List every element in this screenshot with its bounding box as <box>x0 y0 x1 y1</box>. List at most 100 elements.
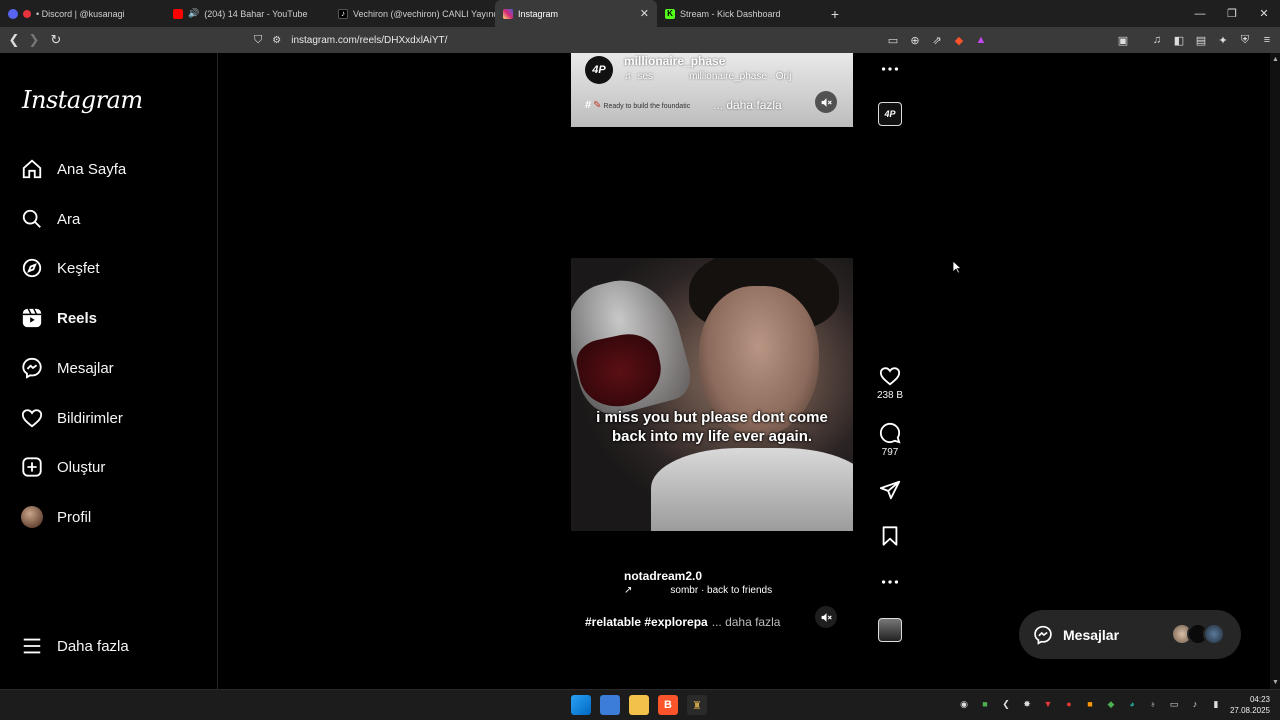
sidebar-item-more[interactable]: Daha fazla <box>21 631 129 661</box>
tray-app-icon[interactable]: ✸ <box>1021 698 1033 710</box>
tab-title: • Discord | @kusanagi <box>36 8 125 19</box>
reel-info: notadream2.0 ↗ sombr · back to friends #… <box>571 531 853 641</box>
sidebar-item-messages[interactable]: Mesajlar <box>21 353 114 383</box>
share-button[interactable] <box>878 479 902 501</box>
bookmark-icon[interactable]: ⛉ <box>254 34 262 47</box>
system-tray: ◉ ■ ❮ ✸ ▼ ● ■ ◆ ◕ ♁ ▭ ♪ ▮ <box>958 698 1222 710</box>
comment-button[interactable]: 797 <box>878 422 902 458</box>
site-settings-icon[interactable]: ⚙ <box>272 35 281 46</box>
instagram-icon <box>503 8 513 19</box>
tab-tiktok[interactable]: ♪ Vechiron (@vechiron) CANLI Yayında <box>330 0 495 27</box>
sidebar-toggle-icon[interactable]: ◧ <box>1172 33 1186 47</box>
brave-shield-icon[interactable]: ◆ <box>952 33 966 47</box>
sidebar-item-home[interactable]: Ana Sayfa <box>21 154 126 184</box>
zoom-icon[interactable]: ⊕ <box>908 33 922 47</box>
address-bar: ❮ ❯ ↻ ⛉ ⚙ instagram.com/reels/DHXxdxlAiY… <box>0 27 1280 53</box>
microphone-icon[interactable]: ♁ <box>1147 698 1159 710</box>
reels-icon <box>21 307 43 329</box>
more-options-button[interactable] <box>878 571 902 593</box>
file-explorer-icon[interactable] <box>629 695 649 715</box>
brave-rewards-icon[interactable]: ▲ <box>974 33 988 47</box>
menu-icon[interactable]: ≡ <box>1260 33 1274 47</box>
tray-app-icon[interactable]: ❮ <box>1000 698 1012 710</box>
game-launcher-icon[interactable]: ♜ <box>687 695 707 715</box>
tab-youtube[interactable]: 🔊 (204) 14 Bahar - YouTube <box>165 0 330 27</box>
sidebar-item-profile[interactable]: Profil <box>21 502 91 532</box>
reel-author-avatar[interactable]: 4P <box>585 56 613 84</box>
tray-app-icon[interactable]: ◆ <box>1105 698 1117 710</box>
muted-speaker-icon <box>821 97 832 107</box>
tab-discord[interactable]: • Discord | @kusanagi <box>0 0 165 27</box>
tray-app-icon[interactable]: ■ <box>1084 698 1096 710</box>
reel-audio[interactable]: ↗ sombr · back to friends <box>624 585 772 596</box>
widgets-icon[interactable] <box>600 695 620 715</box>
sidebar-item-search[interactable]: Ara <box>21 204 80 234</box>
reel-author-username[interactable]: notadream2.0 <box>624 569 702 583</box>
sidebar-item-notifications[interactable]: Bildirimler <box>21 403 123 433</box>
scroll-up-icon[interactable]: ▲ <box>1272 56 1279 63</box>
caption-more-link[interactable]: ... daha fazla <box>712 615 781 629</box>
reload-icon[interactable]: ↻ <box>46 30 66 50</box>
volume-icon[interactable]: ♪ <box>1189 698 1201 710</box>
toolbar-actions: ▣ ♫ ◧ ▤ ✦ ⛨ ≡ <box>1116 30 1274 50</box>
brave-browser-icon[interactable]: B <box>658 695 678 715</box>
back-icon[interactable]: ❮ <box>4 30 24 50</box>
minimize-icon[interactable]: — <box>1184 0 1216 27</box>
more-options-button[interactable] <box>878 58 902 80</box>
page-scrollbar[interactable]: ▲ ▼ <box>1270 53 1280 689</box>
cast-icon[interactable]: ▭ <box>886 33 900 47</box>
sidebar-item-label: Oluştur <box>57 458 106 476</box>
nvidia-icon[interactable]: ■ <box>979 698 991 710</box>
mute-button[interactable] <box>815 606 837 628</box>
media-icon[interactable]: ♫ <box>1150 33 1164 47</box>
recent-contacts <box>1171 623 1225 645</box>
instagram-logo[interactable]: Instagram <box>22 86 143 114</box>
tray-app-icon[interactable]: ◕ <box>1126 698 1138 710</box>
vpn-icon[interactable]: ⛨ <box>1238 33 1252 47</box>
url-text[interactable]: instagram.com/reels/DHXxdxlAiYT/ <box>291 35 447 46</box>
battery-icon[interactable]: ▮ <box>1210 698 1222 710</box>
reel-previous[interactable]: 4P millionaire_phase ♫ ses millionaire_p… <box>571 53 853 127</box>
network-icon[interactable]: ▭ <box>1168 698 1180 710</box>
forward-icon[interactable]: ❯ <box>24 30 44 50</box>
like-button[interactable]: 238 B <box>877 365 903 401</box>
caption-more-link[interactable]: ... daha fazla <box>713 98 782 112</box>
sidebar-item-reels[interactable]: Reels <box>21 303 97 333</box>
reel-audio[interactable]: ♫ ses millionaire_phase · Orij <box>624 71 791 82</box>
sidebar-item-label: Daha fazla <box>57 637 129 655</box>
more-dots-icon <box>881 67 899 71</box>
caption-tags: #relatable #explorepa <box>585 615 708 629</box>
tray-app-icon[interactable]: ▼ <box>1042 698 1054 710</box>
muted-speaker-icon <box>821 612 832 622</box>
new-tab-button[interactable]: + <box>822 6 848 22</box>
plus-square-icon <box>21 456 43 478</box>
maximize-icon[interactable]: ❐ <box>1216 0 1248 27</box>
mouse-cursor-icon <box>952 260 962 274</box>
compass-icon <box>21 257 43 279</box>
audio-thumbnail[interactable]: 4P <box>878 102 902 126</box>
reel-author-username[interactable]: millionaire_phase <box>624 54 725 68</box>
sidebar-item-explore[interactable]: Keşfet <box>21 253 100 283</box>
share-icon[interactable]: ⇗ <box>930 33 944 47</box>
bookmark-icon <box>882 526 898 546</box>
save-button[interactable] <box>878 525 902 547</box>
tab-instagram[interactable]: Instagram ✕ <box>495 0 657 27</box>
audio-arrow-icon: ↗ <box>624 585 633 596</box>
clock[interactable]: 04:23 27.08.2025 <box>1230 694 1270 716</box>
send-icon <box>879 480 901 500</box>
audio-thumbnail[interactable] <box>878 618 902 642</box>
sidebar-item-create[interactable]: Oluştur <box>21 452 105 482</box>
leo-ai-icon[interactable]: ✦ <box>1216 33 1230 47</box>
messages-pill[interactable]: Mesajlar <box>1019 610 1241 659</box>
close-tab-icon[interactable]: ✕ <box>640 7 649 20</box>
tab-kick[interactable]: K Stream - Kick Dashboard <box>657 0 822 27</box>
windows-start-icon[interactable] <box>571 695 591 715</box>
tray-app-icon[interactable]: ◉ <box>958 698 970 710</box>
screenshot-icon[interactable]: ▣ <box>1116 33 1130 47</box>
mute-button[interactable] <box>815 91 837 113</box>
reel-video[interactable]: i miss you but please dont come back int… <box>571 258 853 531</box>
tray-app-icon[interactable]: ● <box>1063 698 1075 710</box>
wallet-icon[interactable]: ▤ <box>1194 33 1208 47</box>
close-window-icon[interactable]: ✕ <box>1248 0 1280 27</box>
scroll-down-icon[interactable]: ▼ <box>1272 679 1279 686</box>
